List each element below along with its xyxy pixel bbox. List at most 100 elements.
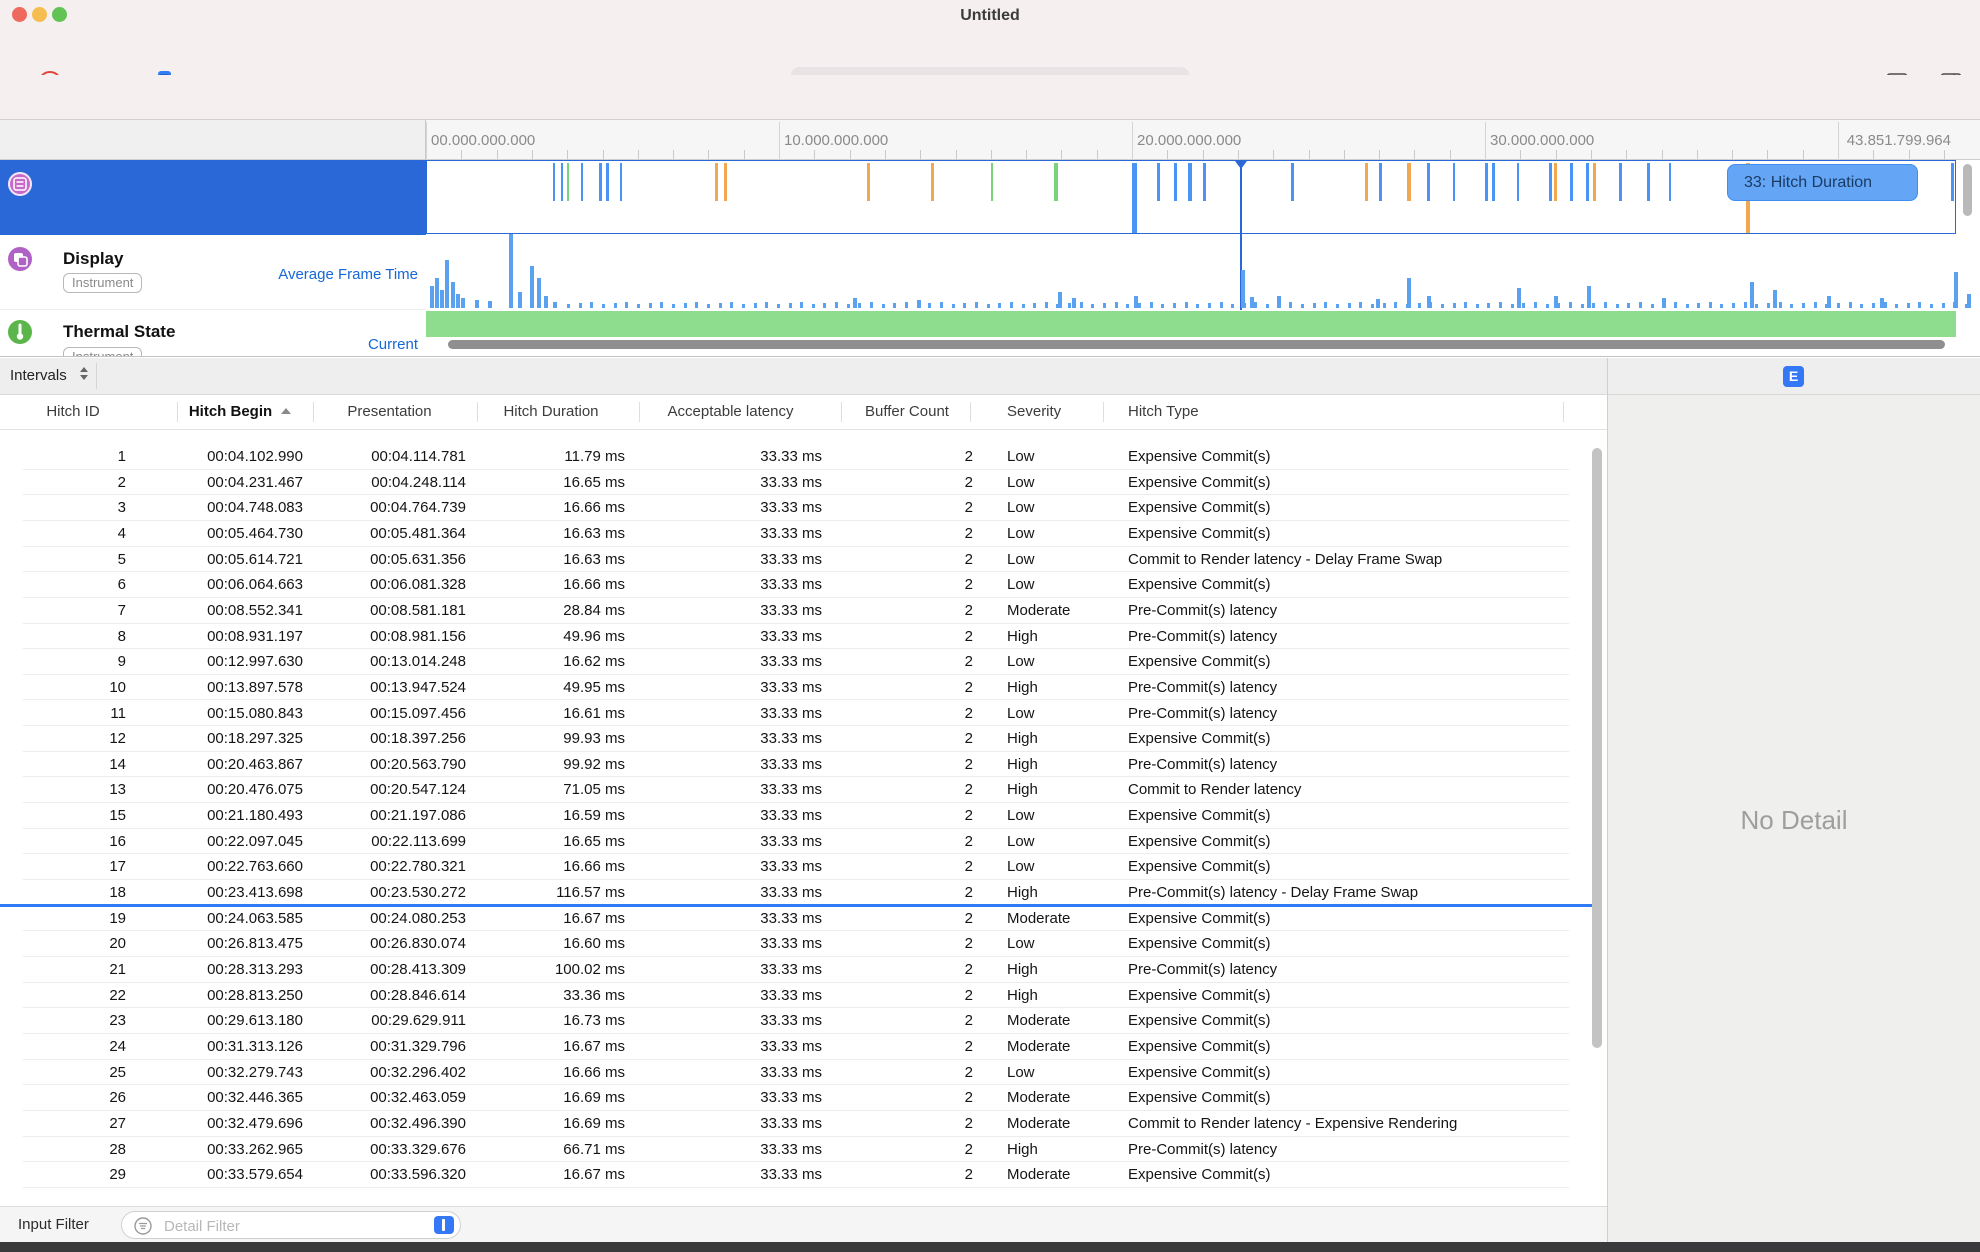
hitch-interval-mark[interactable] [1156, 163, 1160, 201]
hitch-interval-mark[interactable] [1132, 163, 1137, 233]
table-row[interactable]: 2 00:04.231.467 00:04.248.114 16.65 ms 33.33… [23, 470, 1569, 496]
display-lane[interactable] [426, 235, 1956, 310]
hitch-interval-mark[interactable] [1054, 163, 1059, 201]
table-row[interactable]: 26 00:32.446.365 00:32.463.059 16.69 ms 33.3… [23, 1085, 1569, 1111]
detail-filter-field[interactable] [121, 1211, 461, 1239]
hitch-interval-mark[interactable] [1407, 163, 1412, 201]
table-row[interactable]: 28 00:33.262.965 00:33.329.676 66.71 ms 33.3… [23, 1137, 1569, 1163]
hitch-interval-mark[interactable] [1592, 163, 1596, 201]
table-row[interactable]: 9 00:12.997.630 00:13.014.248 16.62 ms 33.33… [23, 649, 1569, 675]
table-row[interactable]: 6 00:06.064.663 00:06.081.328 16.66 ms 33.33… [23, 572, 1569, 598]
hitch-interval-mark[interactable] [715, 163, 719, 201]
hitch-interval-mark[interactable] [1174, 163, 1178, 201]
hitch-interval-mark[interactable] [1202, 163, 1206, 201]
hitch-interval-mark[interactable] [560, 163, 563, 201]
track-summary[interactable]: Current [0, 336, 418, 353]
table-row[interactable]: 14 00:20.463.867 00:20.563.790 99.92 ms 33.3… [23, 752, 1569, 778]
table-row[interactable]: 22 00:28.813.250 00:28.846.614 33.36 ms 33.3… [23, 983, 1569, 1009]
hitch-interval-mark[interactable] [724, 163, 728, 201]
hitch-interval-mark[interactable] [930, 163, 934, 201]
table-row[interactable]: 18 00:23.413.698 00:23.530.272 116.57 ms 33.… [23, 880, 1569, 906]
column-header-severity[interactable]: Severity [1007, 403, 1097, 420]
table-row[interactable]: 19 00:24.063.585 00:24.080.253 16.67 ms 33.3… [23, 906, 1569, 932]
hitch-interval-mark[interactable] [1492, 163, 1496, 201]
track-display[interactable]: Display Instrument Average Frame Time [0, 235, 426, 310]
table-vertical-scrollbar[interactable] [1592, 448, 1602, 1048]
cell-5: 2 [964, 986, 973, 1004]
column-header-hitch-id[interactable]: Hitch ID [20, 403, 126, 420]
hitch-interval-mark[interactable] [1290, 163, 1294, 201]
table-row[interactable]: 12 00:18.297.325 00:18.397.256 99.93 ms 33.3… [23, 726, 1569, 752]
frame-time-bar [1627, 303, 1631, 308]
frame-time-bar [440, 290, 445, 308]
table-row[interactable]: 17 00:22.763.660 00:22.780.321 16.66 ms 33.3… [23, 854, 1569, 881]
hitch-interval-mark[interactable] [620, 163, 623, 201]
timeline-ruler[interactable]: 00.000.000.000 10.000.000.000 20.000.000.0… [426, 120, 1980, 160]
track-hitches[interactable]: Hitches Instrument Intervals [0, 160, 426, 356]
table-row[interactable]: 8 00:08.931.197 00:08.981.156 49.96 ms 33.33… [23, 624, 1569, 650]
hitch-interval-mark[interactable] [1188, 163, 1193, 201]
hitch-interval-mark[interactable] [1453, 163, 1456, 201]
table-row[interactable]: 1 00:04.102.990 00:04.114.781 11.79 ms 33.33… [23, 444, 1569, 470]
hitch-interval-mark[interactable] [598, 163, 602, 201]
track-summary[interactable]: Average Frame Time [0, 266, 418, 283]
hitch-interval-mark[interactable] [1950, 163, 1954, 201]
column-header-hitch-begin[interactable]: Hitch Begin [177, 403, 303, 420]
table-row[interactable]: 13 00:20.476.075 00:20.547.124 71.05 ms 33.3… [23, 777, 1569, 804]
hitch-interval-mark[interactable] [553, 163, 556, 201]
hitch-interval-mark[interactable] [1569, 163, 1573, 201]
hitch-interval-mark[interactable] [1548, 163, 1552, 201]
frame-time-bar [1930, 304, 1934, 308]
table-row[interactable]: 25 00:32.279.743 00:32.296.402 16.66 ms 33.3… [23, 1060, 1569, 1086]
table-row[interactable]: 20 00:26.813.475 00:26.830.074 16.60 ms 33.3… [23, 931, 1569, 957]
track-thermal-state[interactable]: Thermal State Instrument Current [0, 310, 426, 356]
hitch-interval-mark[interactable] [581, 163, 584, 201]
table-row[interactable]: 4 00:05.464.730 00:05.481.364 16.63 ms 33.33… [23, 521, 1569, 547]
hitch-interval-mark[interactable] [567, 163, 570, 201]
table-row[interactable]: 3 00:04.748.083 00:04.764.739 16.66 ms 33.33… [23, 495, 1569, 521]
table-row[interactable]: 16 00:22.097.045 00:22.113.699 16.65 ms 33.3… [23, 829, 1569, 855]
intervals-dropdown[interactable]: Intervals [10, 367, 67, 384]
tracks-vertical-scrollbar[interactable] [1963, 164, 1972, 216]
table-row[interactable]: 5 00:05.614.721 00:05.631.356 16.63 ms 33.33… [23, 547, 1569, 573]
table-row[interactable]: 10 00:13.897.578 00:13.947.524 49.95 ms 33.3… [23, 675, 1569, 701]
table-row[interactable]: 15 00:21.180.493 00:21.197.086 16.59 ms 33.3… [23, 803, 1569, 829]
ruler-tick [1237, 150, 1239, 160]
ruler-tick [1696, 150, 1698, 160]
frame-time-bar [1662, 303, 1666, 308]
playhead-handle-icon[interactable] [1235, 161, 1248, 169]
table-row[interactable]: 21 00:28.313.293 00:28.413.309 100.02 ms 33.… [23, 957, 1569, 983]
hitch-interval-mark[interactable] [1516, 163, 1519, 201]
table-row[interactable]: 7 00:08.552.341 00:08.581.181 28.84 ms 33.33… [23, 598, 1569, 624]
hitch-interval-mark[interactable] [1668, 163, 1671, 201]
hitch-interval-mark[interactable] [1426, 163, 1430, 201]
hitch-interval-mark[interactable] [1553, 163, 1557, 201]
frame-time-bar [870, 302, 874, 308]
table-row[interactable]: 27 00:32.479.696 00:32.496.390 16.69 ms 33.3… [23, 1111, 1569, 1137]
hitch-interval-mark[interactable] [1485, 163, 1488, 201]
cell-1: 00:24.063.585 [207, 909, 303, 927]
column-header-buffer-count[interactable]: Buffer Count [841, 403, 973, 420]
column-header-acceptable-latency[interactable]: Acceptable latency [639, 403, 822, 420]
hitch-interval-mark[interactable] [867, 163, 871, 201]
hitch-interval-mark[interactable] [1585, 163, 1589, 201]
table-row[interactable]: 24 00:31.313.126 00:31.329.796 16.67 ms 33.3… [23, 1034, 1569, 1060]
column-header-hitch-type[interactable]: Hitch Type [1128, 403, 1563, 420]
frame-time-bar [1440, 304, 1444, 308]
hitch-interval-mark[interactable] [606, 163, 610, 201]
hitch-interval-mark[interactable] [1364, 163, 1368, 201]
table-row[interactable]: 23 00:29.613.180 00:29.629.911 16.73 ms 33.3… [23, 1008, 1569, 1034]
table-row[interactable]: 29 00:33.579.654 00:33.596.320 16.67 ms 33.3… [23, 1162, 1569, 1188]
column-header-presentation[interactable]: Presentation [313, 403, 466, 420]
hitch-interval-mark[interactable] [1647, 163, 1651, 201]
frame-time-bar [1534, 302, 1538, 308]
table-row[interactable]: 11 00:15.080.843 00:15.097.456 16.61 ms 33.3… [23, 701, 1569, 727]
detail-filter-input[interactable] [162, 1214, 416, 1238]
hitch-interval-mark[interactable] [1619, 163, 1623, 201]
horizontal-scrollbar[interactable] [448, 340, 1945, 349]
hitch-interval-mark[interactable] [1379, 163, 1383, 201]
column-header-hitch-duration[interactable]: Hitch Duration [477, 403, 625, 420]
hitch-interval-mark[interactable] [990, 163, 993, 201]
filter-token-icon[interactable] [434, 1216, 454, 1234]
extended-detail-badge[interactable]: E [1783, 366, 1804, 387]
